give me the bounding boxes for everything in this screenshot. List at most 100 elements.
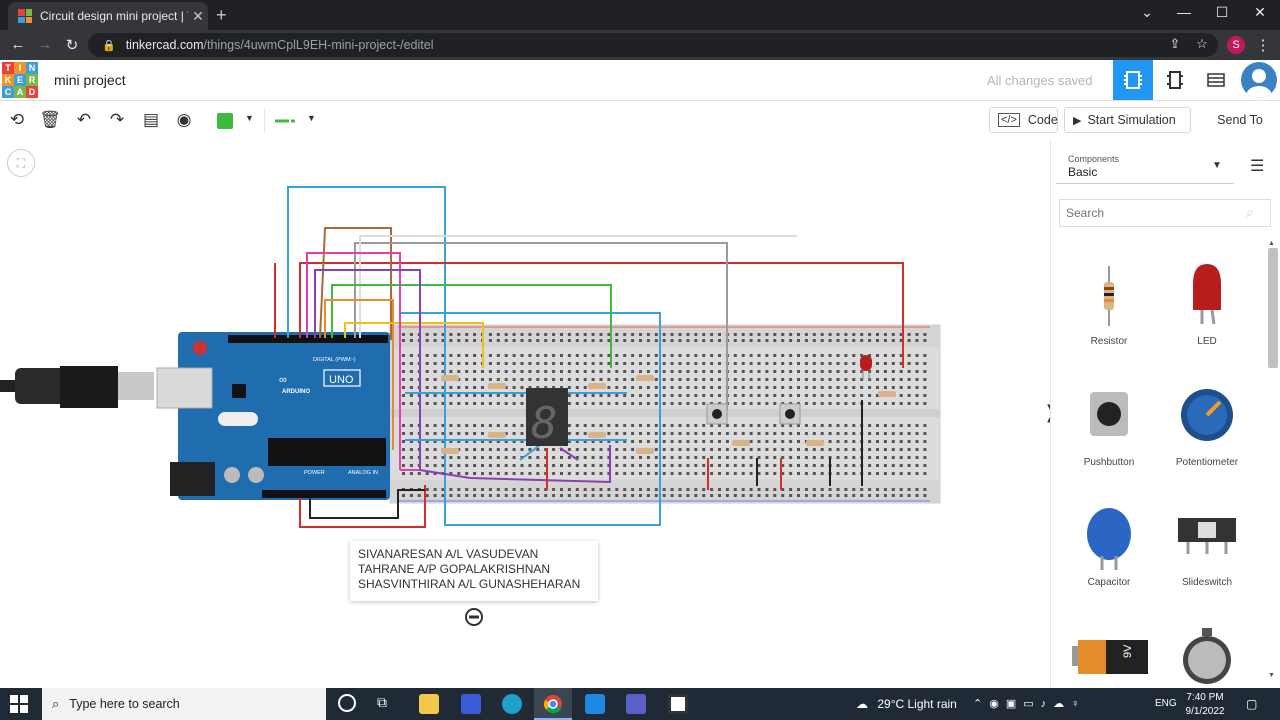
component-capacitor[interactable]: Capacitor — [1064, 502, 1154, 602]
delete-icon[interactable]: 🗑 — [39, 110, 61, 130]
chevron-up-icon[interactable]: ⌃ — [973, 698, 989, 710]
reload-icon[interactable]: ↻ — [61, 36, 83, 54]
search-icon[interactable]: ⌕ — [1246, 204, 1254, 221]
new-tab-icon[interactable]: + — [216, 5, 227, 26]
taskbar-clock[interactable]: 7:40 PM 9/1/2022 — [1180, 691, 1230, 719]
back-icon[interactable]: ← — [7, 36, 29, 53]
redo-icon[interactable]: ↷ — [106, 110, 128, 130]
component-list-view-button[interactable] — [1196, 60, 1236, 100]
scroll-up-icon[interactable]: ▲ — [1268, 240, 1275, 247]
user-icon — [1246, 69, 1272, 98]
teams-icon[interactable] — [626, 694, 646, 714]
component-led[interactable]: LED — [1162, 256, 1252, 356]
minimize-icon[interactable]: — — [1164, 4, 1204, 20]
notifications-icon[interactable]: ▢ — [1246, 697, 1257, 711]
close-tab-icon[interactable]: ✕ — [188, 8, 208, 25]
arduino-uno-board[interactable]: ∞ ARDUINO UNO DIGITAL (PWM~) POWER ANALO… — [156, 332, 390, 500]
send-to-button[interactable]: Send To — [1206, 107, 1274, 133]
color-picker[interactable]: ▼ — [209, 109, 257, 133]
panel-scrollbar[interactable] — [1268, 248, 1278, 368]
input-language[interactable]: ENG — [1155, 698, 1177, 709]
user-avatar[interactable] — [1241, 62, 1277, 98]
cloud-rain-icon: ☁ — [856, 697, 868, 711]
wire-style-picker[interactable]: ▼ — [264, 109, 322, 133]
close-window-icon[interactable]: ✕ — [1240, 4, 1280, 21]
share-icon[interactable]: ⇪ — [1164, 36, 1186, 52]
chrome-menu-icon[interactable]: ⋮ — [1252, 36, 1274, 54]
component-potentiometer[interactable]: Potentiometer — [1162, 380, 1252, 480]
maximize-icon[interactable]: ☐ — [1202, 4, 1242, 21]
task-view-icon[interactable]: ⧉ — [377, 694, 387, 711]
bookmark-star-icon[interactable]: ☆ — [1191, 36, 1213, 52]
file-explorer-icon[interactable] — [419, 694, 439, 714]
components-select-label: Components — [1068, 154, 1120, 164]
analog-pins-label: ANALOG IN — [348, 470, 378, 476]
component-slideswitch[interactable]: Slideswitch — [1162, 502, 1252, 602]
cloud-icon[interactable]: ☁ — [1053, 698, 1071, 710]
tinkercad-logo[interactable]: TINKERCAD — [2, 62, 38, 98]
resistor-icon — [1104, 266, 1114, 326]
cortana-icon[interactable] — [338, 694, 356, 712]
battery-tray-icon[interactable]: ▭ — [1023, 698, 1040, 710]
components-select-value: Basic — [1068, 165, 1098, 179]
seven-segment-display[interactable]: 8 — [526, 388, 568, 449]
digital-pins-label: DIGITAL (PWM~) — [313, 357, 356, 363]
windows-logo-icon — [10, 695, 28, 713]
start-simulation-label: Start Simulation — [1087, 113, 1176, 127]
project-title[interactable]: mini project — [54, 72, 126, 88]
network-icon[interactable]: ▣ — [1006, 698, 1023, 710]
speaker-icon[interactable]: ♪ — [1041, 698, 1054, 710]
windows-start-icon[interactable] — [10, 695, 28, 713]
arduino-brand: ARDUINO — [282, 389, 310, 395]
list-view-icon[interactable]: ☰ — [1250, 156, 1264, 176]
logo-letter: K — [2, 74, 14, 86]
send-to-label: Send To — [1217, 113, 1263, 127]
circuit-view-button[interactable] — [1113, 60, 1153, 100]
taskbar-search-placeholder: Type here to search — [69, 697, 180, 711]
edge-icon[interactable] — [502, 694, 522, 714]
chrome-taskbar-button[interactable] — [534, 688, 572, 720]
tray-app-icon[interactable]: ◉ — [989, 698, 1006, 710]
mail-icon[interactable] — [585, 694, 605, 714]
notes-icon[interactable]: ▤ — [140, 110, 162, 130]
potentiometer-icon — [1181, 389, 1233, 441]
note-anchor[interactable] — [465, 608, 483, 626]
forward-icon[interactable]: → — [34, 36, 56, 53]
names-note[interactable]: SIVANARESAN A/L VASUDEVAN TAHRANE A/P GO… — [350, 541, 598, 601]
note-line: SIVANARESAN A/L VASUDEVAN — [358, 547, 539, 561]
weather-widget[interactable]: ☁ 29°C Light rain — [856, 697, 957, 711]
microphone-icon[interactable]: ♀ — [1071, 698, 1086, 710]
taskbar-search-box[interactable]: ⌕ Type here to search — [42, 688, 326, 720]
component-coin-cell[interactable] — [1162, 626, 1252, 688]
address-bar[interactable]: 🔒 tinkercad.com /things/4uwmCplL9EH-mini… — [88, 33, 1218, 57]
rotate-icon[interactable]: ⟲ — [6, 110, 28, 130]
table-icon — [1207, 73, 1225, 87]
app-icon[interactable] — [461, 694, 481, 714]
start-simulation-button[interactable]: ▶ Start Simulation — [1064, 107, 1191, 133]
component-pushbutton[interactable]: Pushbutton — [1064, 380, 1154, 480]
code-button[interactable]: </> Code — [989, 107, 1058, 133]
schematic-view-button[interactable] — [1155, 60, 1195, 100]
slideswitch-icon — [1178, 518, 1236, 554]
code-icon: </> — [998, 113, 1020, 127]
tab-search-icon[interactable]: ⌄ — [1127, 4, 1167, 21]
visibility-eye-icon[interactable]: ◉ — [173, 110, 195, 130]
profile-avatar[interactable]: S — [1227, 36, 1245, 54]
undo-icon[interactable]: ↶ — [73, 110, 95, 130]
browser-tab[interactable]: Circuit design mini project | Tinke ✕ — [8, 2, 208, 30]
component-resistor[interactable]: Resistor — [1064, 256, 1154, 356]
component-label: Slideswitch — [1181, 577, 1233, 588]
code-label: Code — [1027, 113, 1058, 127]
usb-cable[interactable] — [0, 366, 154, 408]
system-tray-icons[interactable]: ⌃◉▣▭♪☁♀ — [973, 697, 1086, 710]
component-battery[interactable]: 9V — [1064, 630, 1154, 686]
battery-icon: 9V — [1072, 640, 1148, 674]
breadboard[interactable] — [389, 324, 941, 504]
url-host: tinkercad.com — [125, 38, 204, 52]
clock-time: 7:40 PM — [1186, 692, 1224, 703]
chevron-down-icon: ▼ — [1212, 160, 1222, 171]
scroll-down-icon[interactable]: ▼ — [1268, 672, 1275, 679]
components-search-input[interactable] — [1059, 199, 1271, 227]
logo-letter: A — [14, 86, 26, 98]
app-icon[interactable] — [668, 694, 688, 714]
